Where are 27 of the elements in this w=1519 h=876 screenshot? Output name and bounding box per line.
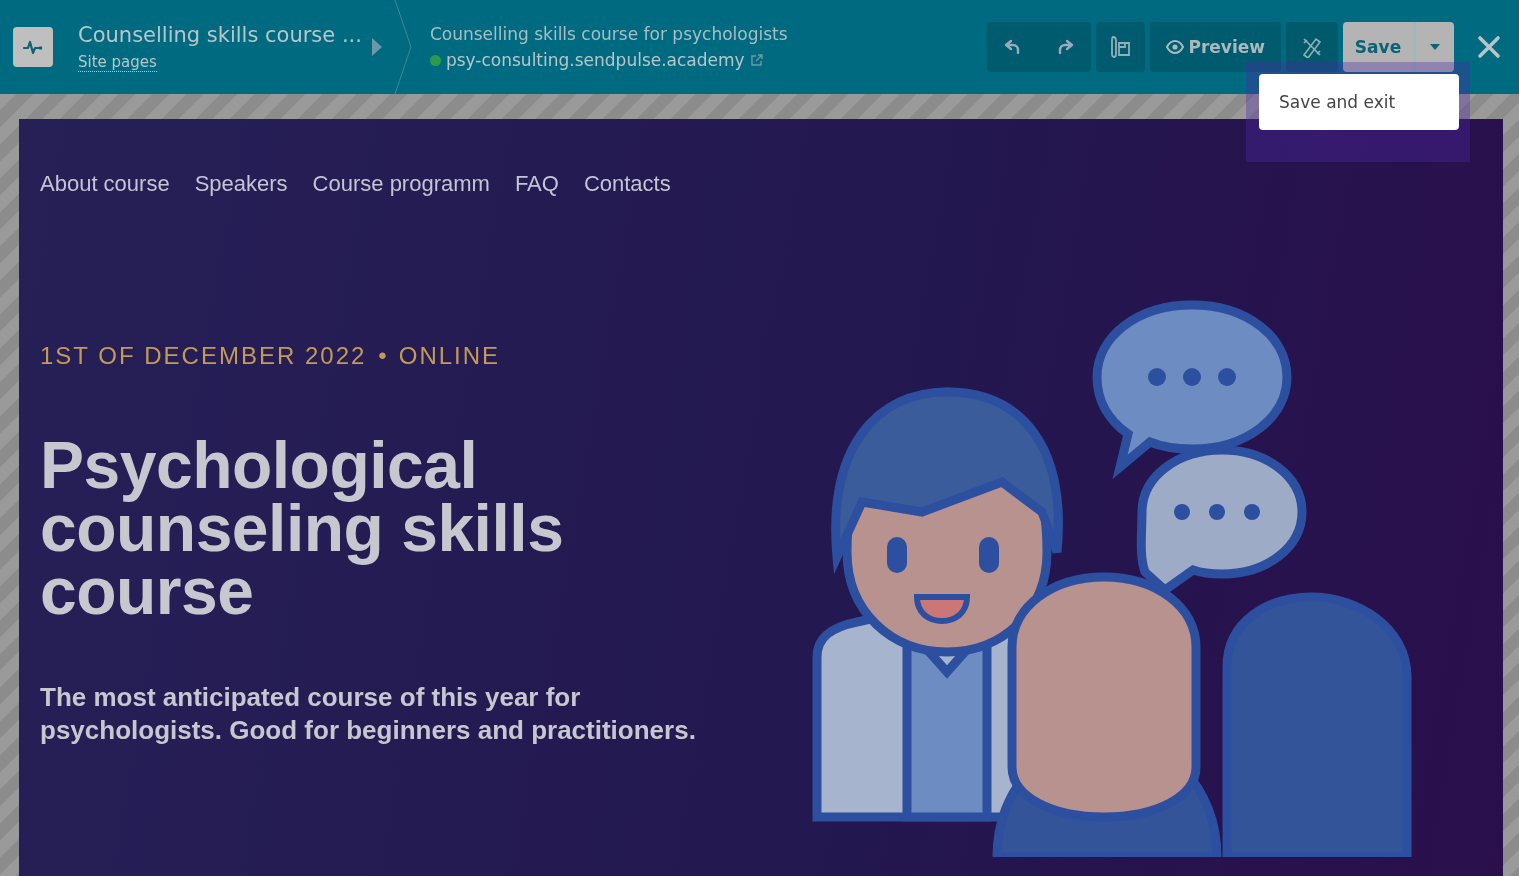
pencil-and-ruler-icon [1301,36,1323,58]
save-options-button[interactable] [1413,22,1454,72]
site-pages-link[interactable]: Site pages [78,52,157,72]
design-button[interactable] [1096,22,1146,72]
external-link-icon[interactable] [749,53,763,67]
caret-icon[interactable] [371,38,382,56]
event-date: 1ST OF DECEMBER 2022 [40,342,367,370]
nav-link[interactable]: Contacts [583,171,671,197]
hero-subheadline: The most anticipated course of this year for psychologists. Good for beginners and practitioners. [40,681,697,747]
tools-button[interactable] [1286,22,1338,72]
hero-headline: Psychological counseling skills course [40,434,565,623]
project-title: Counselling skills course ... [78,22,362,47]
pulse-logo-icon[interactable] [13,27,53,67]
event-format: ONLINE [398,342,501,370]
separator-text: • [378,342,387,370]
close-icon [1477,35,1501,59]
caret-down-icon [1430,44,1440,50]
site-url-link[interactable]: psy-consulting.sendpulse.academy [445,50,745,70]
nav-link[interactable]: Course programm [312,171,490,197]
preview-button[interactable]: Preview [1150,22,1281,72]
site-title: Counselling skills course for psychologists [429,24,788,44]
status-dot-icon [429,54,441,66]
nav-link[interactable]: About course [40,171,170,197]
menu-item[interactable]: Save and exit [1259,92,1459,112]
nav-link[interactable]: FAQ [514,171,559,197]
nav-link[interactable]: Speakers [194,171,288,197]
eye-icon [1166,40,1185,54]
